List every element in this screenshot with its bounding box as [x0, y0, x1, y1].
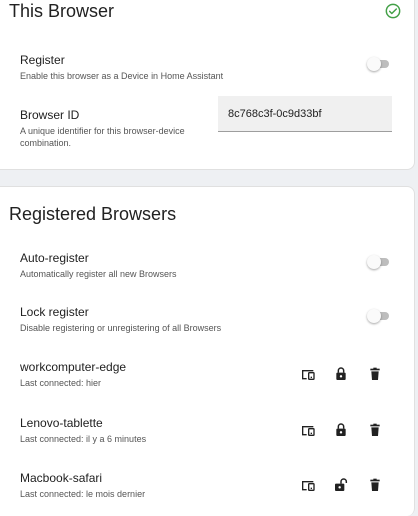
- lock-register-label: Lock register: [20, 305, 89, 319]
- card-title: This Browser: [9, 1, 115, 21]
- auto-register-label: Auto-register: [20, 251, 89, 265]
- delete-icon[interactable]: [367, 366, 383, 382]
- browser-id-row: Browser ID A unique identifier for this …: [20, 108, 200, 148]
- lock-register-row: Lock register Disable registering or unr…: [20, 305, 394, 337]
- devices-icon[interactable]: [300, 477, 316, 493]
- register-description: Enable this browser as a Device in Home …: [20, 71, 224, 81]
- devices-icon[interactable]: [300, 366, 316, 382]
- lock-open-icon[interactable]: [333, 477, 349, 493]
- auto-register-description: Automatically register all new Browsers: [20, 269, 177, 279]
- devices-icon[interactable]: [300, 422, 316, 438]
- auto-register-toggle[interactable]: [367, 255, 391, 269]
- delete-icon[interactable]: [367, 477, 383, 493]
- browser-last-connected: Last connected: hier: [20, 378, 102, 388]
- browser-row: Lenovo-tablette Last connected: il y a 6…: [20, 416, 394, 448]
- browser-id-field[interactable]: 8c768c3f-0c9d33bf: [218, 96, 392, 132]
- browser-id-label: Browser ID: [20, 108, 80, 122]
- lock-icon[interactable]: [333, 422, 349, 438]
- register-toggle[interactable]: [367, 57, 391, 71]
- browser-last-connected: Last connected: il y a 6 minutes: [20, 434, 147, 444]
- lock-register-description: Disable registering or unregistering of …: [20, 323, 222, 333]
- register-label: Register: [20, 53, 65, 67]
- lock-icon[interactable]: [333, 366, 349, 382]
- browser-name: Macbook-safari: [20, 471, 103, 485]
- browser-name: workcomputer-edge: [20, 360, 127, 374]
- browser-id-description: A unique identifier for this browser-dev…: [20, 126, 185, 148]
- delete-icon[interactable]: [367, 422, 383, 438]
- registered-browsers-card: Registered Browsers Auto-register Automa…: [0, 186, 415, 516]
- register-row: Register Enable this browser as a Device…: [20, 53, 394, 85]
- browser-name: Lenovo-tablette: [20, 416, 103, 430]
- browser-row: Macbook-safari Last connected: le mois d…: [20, 471, 394, 503]
- browser-row: workcomputer-edge Last connected: hier: [20, 360, 394, 392]
- check-circle-icon: [385, 3, 401, 19]
- card-title: Registered Browsers: [9, 204, 177, 224]
- this-browser-card: This Browser Register Enable this browse…: [0, 0, 415, 170]
- lock-register-toggle[interactable]: [367, 309, 391, 323]
- auto-register-row: Auto-register Automatically register all…: [20, 251, 394, 283]
- browser-last-connected: Last connected: le mois dernier: [20, 489, 146, 499]
